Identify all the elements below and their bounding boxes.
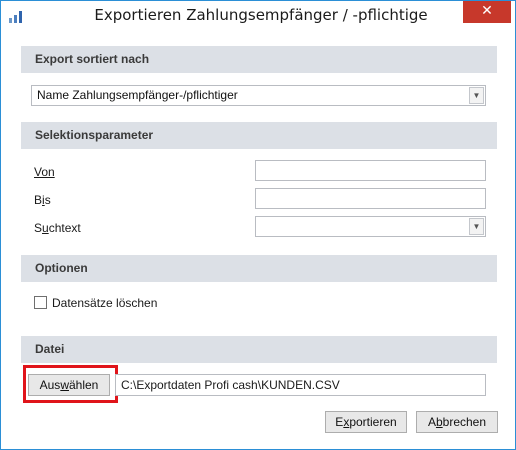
section-header-sort: Export sortiert nach — [21, 46, 497, 73]
bis-label: Bis — [34, 193, 51, 207]
export-dialog: Exportieren Zahlungsempfänger / -pflicht… — [0, 0, 516, 450]
bis-input[interactable] — [255, 188, 486, 209]
chevron-down-icon[interactable]: ▼ — [469, 87, 484, 104]
section-header-selection: Selektionsparameter — [21, 122, 497, 149]
von-input[interactable] — [255, 160, 486, 181]
close-button[interactable]: ✕ — [463, 1, 511, 23]
section-header-file: Datei — [21, 336, 497, 363]
von-label: Von — [34, 165, 55, 179]
sort-select[interactable]: Name Zahlungsempfänger-/pflichtiger ▼ — [31, 85, 486, 106]
delete-records-label[interactable]: Datensätze löschen — [52, 296, 157, 310]
sort-select-value: Name Zahlungsempfänger-/pflichtiger — [37, 88, 238, 102]
cancel-button[interactable]: Abbrechen — [416, 411, 498, 433]
chevron-down-icon[interactable]: ▼ — [469, 218, 484, 235]
delete-records-checkbox[interactable] — [34, 296, 47, 309]
bar-chart-icon — [9, 11, 22, 23]
section-header-options: Optionen — [21, 255, 497, 282]
window-title: Exportieren Zahlungsempfänger / -pflicht… — [94, 6, 428, 24]
file-path-input[interactable]: C:\Exportdaten Profi cash\KUNDEN.CSV — [115, 374, 486, 396]
export-button[interactable]: Exportieren — [325, 411, 407, 433]
suchtext-select[interactable]: ▼ — [255, 216, 486, 237]
suchtext-label: Suchtext — [34, 221, 81, 235]
highlight-box — [23, 365, 118, 403]
title-bar[interactable]: Exportieren Zahlungsempfänger / -pflicht… — [1, 1, 515, 32]
close-icon: ✕ — [481, 3, 493, 19]
